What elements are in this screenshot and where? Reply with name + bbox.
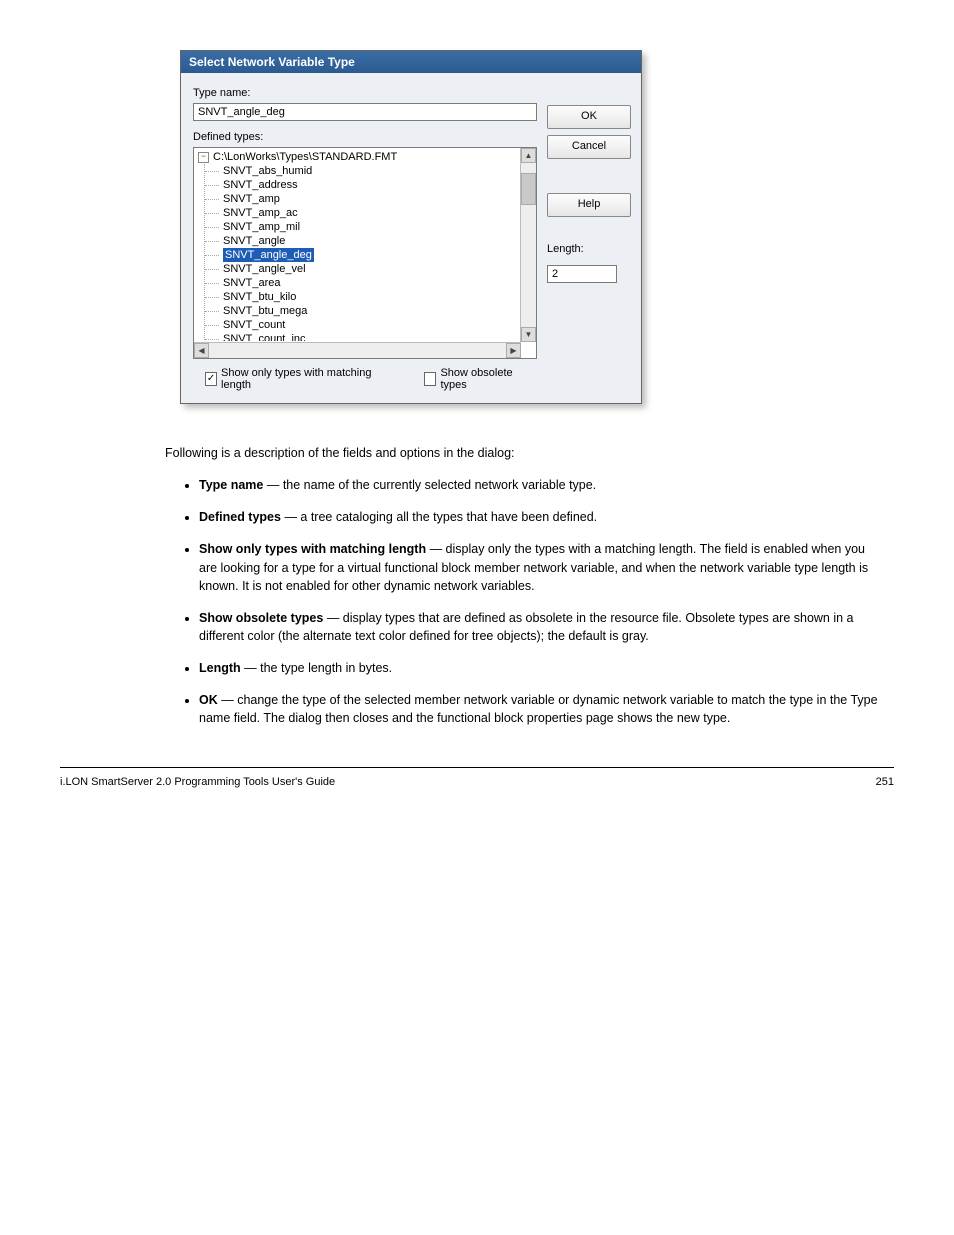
length-value: 2	[547, 265, 617, 283]
tree-item[interactable]: SNVT_angle_deg	[205, 248, 519, 262]
footer-left: i.LON SmartServer 2.0 Programming Tools …	[60, 776, 335, 788]
list-item: Show only types with matching length — d…	[199, 540, 879, 594]
horizontal-scrollbar[interactable]: ◀ ▶	[194, 342, 521, 358]
select-nv-type-dialog: Select Network Variable Type Type name: …	[180, 50, 642, 404]
tree-item-label: SNVT_amp_mil	[223, 220, 300, 234]
show-obsolete-label: Show obsolete types	[440, 367, 525, 391]
tree-item[interactable]: SNVT_address	[205, 178, 519, 192]
term-description: — the type length in bytes.	[241, 661, 392, 675]
scroll-up-icon[interactable]: ▲	[521, 148, 536, 163]
tree-item-label: SNVT_abs_humid	[223, 164, 312, 178]
dialog-title: Select Network Variable Type	[181, 51, 641, 73]
cancel-button[interactable]: Cancel	[547, 135, 631, 159]
term: Defined types	[199, 510, 281, 524]
vertical-scrollbar[interactable]: ▲ ▼	[520, 148, 536, 342]
tree-item[interactable]: SNVT_angle	[205, 234, 519, 248]
term-description: — change the type of the selected member…	[199, 693, 878, 725]
term: Show only types with matching length	[199, 542, 426, 556]
footer-rule	[60, 767, 894, 768]
footer-page-number: 251	[876, 776, 894, 788]
tree-item[interactable]: SNVT_btu_mega	[205, 304, 519, 318]
list-item: Type name — the name of the currently se…	[199, 476, 879, 494]
tree-item-label: SNVT_angle_vel	[223, 262, 306, 276]
list-item: Defined types — a tree cataloging all th…	[199, 508, 879, 526]
check-icon: ✓	[205, 372, 217, 386]
tree-item-label: SNVT_area	[223, 276, 280, 290]
term: Length	[199, 661, 241, 675]
ok-button[interactable]: OK	[547, 105, 631, 129]
tree-item[interactable]: SNVT_btu_kilo	[205, 290, 519, 304]
defined-types-tree[interactable]: − C:\LonWorks\Types\STANDARD.FMT SNVT_ab…	[193, 147, 537, 359]
scroll-left-icon[interactable]: ◀	[194, 343, 209, 358]
tree-item[interactable]: SNVT_amp_ac	[205, 206, 519, 220]
tree-root-label: C:\LonWorks\Types\STANDARD.FMT	[213, 150, 397, 164]
type-name-input[interactable]	[193, 103, 537, 121]
tree-item-label: SNVT_amp_ac	[223, 206, 298, 220]
term-description: — a tree cataloging all the types that h…	[281, 510, 597, 524]
length-label: Length:	[547, 243, 631, 255]
tree-item[interactable]: SNVT_amp_mil	[205, 220, 519, 234]
show-matching-label: Show only types with matching length	[221, 367, 374, 391]
intro-text: Following is a description of the fields…	[165, 444, 879, 462]
tree-item-label: SNVT_angle_deg	[223, 248, 314, 262]
tree-item[interactable]: SNVT_area	[205, 276, 519, 290]
show-obsolete-checkbox[interactable]: Show obsolete types	[424, 367, 525, 391]
minus-icon[interactable]: −	[198, 152, 209, 163]
tree-item[interactable]: SNVT_amp	[205, 192, 519, 206]
tree-item-label: SNVT_angle	[223, 234, 285, 248]
tree-root[interactable]: − C:\LonWorks\Types\STANDARD.FMT	[198, 150, 519, 164]
tree-item-label: SNVT_count	[223, 318, 285, 332]
tree-item-label: SNVT_amp	[223, 192, 280, 206]
scroll-right-icon[interactable]: ▶	[506, 343, 521, 358]
show-matching-checkbox[interactable]: ✓ Show only types with matching length	[205, 367, 374, 391]
term: OK	[199, 693, 218, 707]
tree-item-label: SNVT_btu_kilo	[223, 290, 296, 304]
tree-item[interactable]: SNVT_angle_vel	[205, 262, 519, 276]
tree-item[interactable]: SNVT_count_inc	[205, 332, 519, 341]
list-item: OK — change the type of the selected mem…	[199, 691, 879, 727]
term: Show obsolete types	[199, 611, 323, 625]
list-item: Length — the type length in bytes.	[199, 659, 879, 677]
tree-item[interactable]: SNVT_count	[205, 318, 519, 332]
term: Type name	[199, 478, 263, 492]
check-icon	[424, 372, 436, 386]
tree-item-label: SNVT_btu_mega	[223, 304, 307, 318]
help-button[interactable]: Help	[547, 193, 631, 217]
defined-types-label: Defined types:	[193, 131, 537, 143]
tree-item-label: SNVT_address	[223, 178, 298, 192]
tree-item[interactable]: SNVT_abs_humid	[205, 164, 519, 178]
list-item: Show obsolete types — display types that…	[199, 609, 879, 645]
type-name-label: Type name:	[193, 87, 537, 99]
scroll-thumb[interactable]	[521, 173, 536, 205]
term-description: — the name of the currently selected net…	[263, 478, 596, 492]
tree-item-label: SNVT_count_inc	[223, 332, 306, 341]
scroll-down-icon[interactable]: ▼	[521, 327, 536, 342]
